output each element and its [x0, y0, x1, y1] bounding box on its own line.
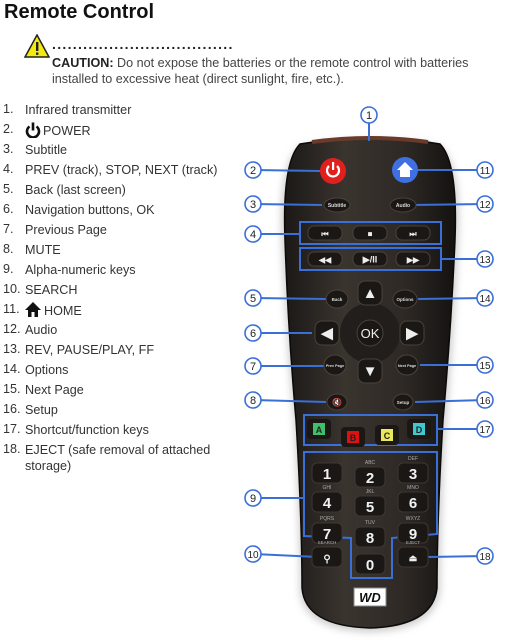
callout-number: 6 — [250, 328, 256, 340]
power-button[interactable] — [320, 158, 346, 184]
key-5-digit: 5 — [366, 499, 374, 516]
key-4-digit: 4 — [323, 495, 332, 512]
callout-number: 7 — [250, 361, 256, 373]
audio-button-label: Audio — [396, 203, 410, 209]
mute-icon: 🔇 — [332, 397, 342, 407]
prev-page-button-label: Prev Page — [326, 364, 344, 368]
key-5-letters: JKL — [366, 489, 375, 495]
play-pause-button-icon: ▶/II — [362, 255, 377, 265]
wd-logo-text: WD — [359, 590, 381, 605]
eject-label: EJECT — [406, 540, 421, 545]
search-icon: ⚲ — [323, 554, 330, 565]
key-3-digit: 3 — [409, 466, 417, 483]
next-page-button-label: Next Page — [398, 364, 416, 368]
callout-number: 13 — [479, 255, 491, 266]
callout-line — [252, 297, 327, 300]
remote-diagram: Subtitle Audio ⏮ ■ ⏭ ◀◀ ▶/II ▶▶ OK ▲ ◀ ▶ ▼ Back Option… — [244, 106, 494, 632]
callout-number: 14 — [479, 294, 491, 305]
prev-track-button-icon: ⏮ — [321, 230, 328, 239]
stop-button-icon: ■ — [368, 230, 373, 239]
callout-number: 2 — [250, 165, 256, 177]
callout-number: 11 — [480, 166, 491, 177]
arrow-down-icon: ▼ — [363, 363, 378, 380]
callout-line — [252, 203, 323, 206]
options-button-label: Options — [397, 297, 414, 302]
subtitle-button-label: Subtitle — [328, 203, 347, 209]
key-9-letters: WXYZ — [406, 516, 420, 522]
function-key-b-label: B — [350, 433, 357, 443]
function-key-c-label: C — [384, 431, 391, 441]
rewind-button-icon: ◀◀ — [318, 256, 332, 265]
callout-number: 16 — [479, 396, 491, 407]
callout-number: 9 — [250, 493, 256, 505]
key-0-digit: 0 — [366, 557, 374, 574]
arrow-right-icon: ▶ — [405, 325, 419, 342]
callout-number: 5 — [250, 293, 256, 305]
key-1-digit: 1 — [323, 466, 331, 483]
callout-line — [252, 169, 321, 172]
function-key-a-label: A — [316, 425, 323, 435]
callout-number: 12 — [479, 200, 491, 211]
fast-forward-button-icon: ▶▶ — [406, 256, 420, 265]
key-8-digit: 8 — [366, 530, 374, 547]
callout-number: 4 — [250, 229, 256, 241]
callout-number: 15 — [479, 361, 491, 372]
key-6-digit: 6 — [409, 495, 417, 512]
callout-line — [417, 297, 486, 300]
callout-number: 17 — [479, 425, 491, 436]
back-button-label: Back — [332, 297, 343, 302]
function-key-d-label: D — [416, 425, 423, 435]
key-6-letters: MNO — [407, 485, 419, 491]
ok-label: OK — [361, 326, 380, 341]
key-4-letters: GHI — [323, 485, 332, 491]
callout-number: 8 — [250, 395, 256, 407]
setup-button-label: Setup — [397, 400, 410, 405]
callout-number: 1 — [366, 110, 372, 122]
key-2-digit: 2 — [366, 470, 374, 487]
arrow-left-icon: ◀ — [320, 325, 333, 342]
key-3-letters: DEF — [408, 456, 418, 462]
callout-number: 3 — [250, 199, 256, 211]
next-track-button-icon: ⏭ — [409, 230, 417, 239]
key-2-letters: ABC — [365, 460, 376, 466]
eject-icon: ⏏ — [409, 553, 418, 563]
power-icon-bar — [332, 162, 335, 170]
callout-number: 18 — [479, 552, 491, 563]
search-label: SEARCH — [318, 540, 337, 545]
key-7-letters: PQRS — [320, 516, 335, 522]
callout-number: 10 — [247, 550, 259, 561]
callout-line — [411, 203, 486, 206]
arrow-up-icon: ▲ — [363, 285, 378, 302]
key-8-letters: TUV — [365, 520, 376, 526]
